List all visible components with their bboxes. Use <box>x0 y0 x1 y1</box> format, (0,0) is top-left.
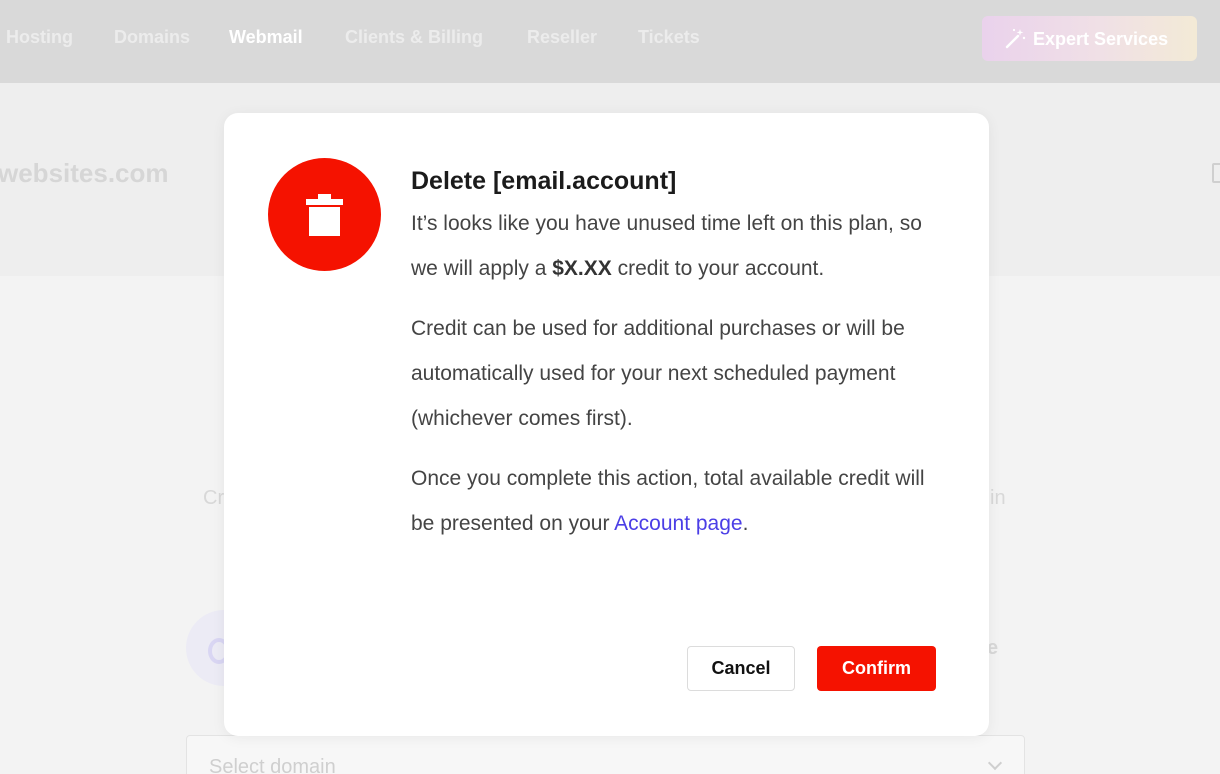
delete-confirmation-modal: Delete [email.account] It’s looks like y… <box>224 113 989 736</box>
confirm-button[interactable]: Confirm <box>817 646 936 691</box>
magic-wand-icon <box>1005 28 1026 49</box>
expert-services-button[interactable]: Expert Services <box>982 16 1197 61</box>
credit-usage-text: Credit can be used for additional purcha… <box>411 317 905 430</box>
background-text-fragment: in <box>990 487 1006 509</box>
nav-item-clients-billing[interactable]: Clients & Billing <box>345 27 483 48</box>
background-text-fragment: Cr <box>203 487 225 509</box>
cancel-button[interactable]: Cancel <box>687 646 795 691</box>
nav-item-tickets[interactable]: Tickets <box>638 27 700 48</box>
domain-select-placeholder: Select domain <box>209 756 336 774</box>
credit-notice-text-part: credit to your account. <box>611 257 825 280</box>
nav-item-domains[interactable]: Domains <box>114 27 190 48</box>
credit-notice-text: It’s looks like you have unused time lef… <box>411 201 951 291</box>
account-page-text: Once you complete this action, total ava… <box>411 456 951 546</box>
nav-item-webmail[interactable]: Webmail <box>229 27 303 48</box>
trash-icon <box>306 194 343 236</box>
account-page-text-part: . <box>742 512 749 535</box>
danger-icon-circle <box>268 158 381 271</box>
credit-amount: $X.XX <box>552 257 612 280</box>
account-page-link[interactable]: Account page <box>614 512 742 535</box>
top-navigation: Hosting Domains Webmail Clients & Billin… <box>0 0 1220 83</box>
expert-services-label: Expert Services <box>1033 29 1169 49</box>
edit-icon[interactable] <box>1212 163 1220 183</box>
chevron-down-icon <box>987 755 1003 771</box>
modal-title: Delete [email.account] <box>411 167 677 195</box>
nav-item-hosting[interactable]: Hosting <box>6 27 73 48</box>
nav-item-reseller[interactable]: Reseller <box>527 27 597 48</box>
domain-title: websites.com <box>0 158 169 188</box>
domain-select[interactable]: Select domain <box>186 735 1025 774</box>
modal-body: Delete [email.account] It’s looks like y… <box>411 163 951 561</box>
